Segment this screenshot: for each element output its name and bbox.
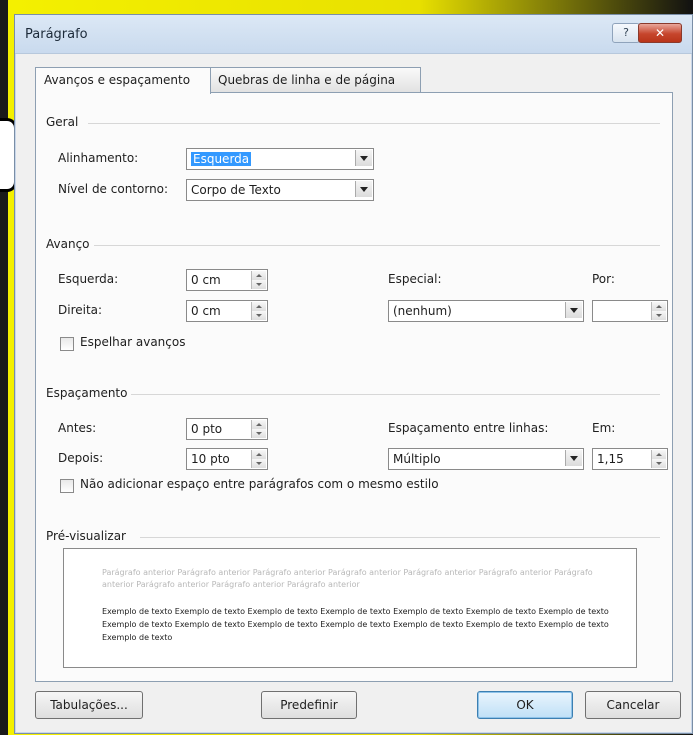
title-bar: Parágrafo ? ✕ xyxy=(15,15,692,54)
antes-label: Antes: xyxy=(58,421,97,435)
alinhamento-select[interactable]: Esquerda xyxy=(186,148,374,170)
spin-down-icon[interactable] xyxy=(652,459,666,468)
paragraph-dialog: Parágrafo ? ✕ Avanços e espaçamento Queb… xyxy=(14,14,693,734)
depois-value: 10 pto xyxy=(191,452,230,466)
antes-value: 0 pto xyxy=(191,422,223,436)
chevron-down-icon[interactable] xyxy=(565,450,582,466)
spin-up-icon[interactable] xyxy=(252,450,266,459)
divider xyxy=(88,123,660,124)
spin-down-icon[interactable] xyxy=(252,311,266,320)
group-title-geral: Geral xyxy=(46,115,83,129)
tab-avancos-espacamento[interactable]: Avanços e espaçamento xyxy=(35,67,211,94)
spin-up-icon[interactable] xyxy=(652,450,666,459)
preview-previous-paragraph: Parágrafo anterior Parágrafo anterior Pa… xyxy=(102,568,593,589)
ok-button[interactable]: OK xyxy=(477,691,573,719)
spin-down-icon[interactable] xyxy=(252,459,266,468)
divider xyxy=(122,394,660,395)
especial-label: Especial: xyxy=(388,272,442,286)
group-title-avanco: Avanço xyxy=(46,237,94,251)
group-title-espacamento: Espaçamento xyxy=(46,386,132,400)
spin-down-icon[interactable] xyxy=(252,280,266,289)
em-spinner[interactable]: 1,15 xyxy=(592,448,668,470)
direita-value: 0 cm xyxy=(191,304,221,318)
cancelar-button[interactable]: Cancelar xyxy=(585,691,681,719)
divider xyxy=(94,245,660,246)
em-label: Em: xyxy=(592,421,616,435)
em-value: 1,15 xyxy=(597,452,624,466)
spin-down-icon[interactable] xyxy=(252,429,266,438)
direita-label: Direita: xyxy=(58,303,103,317)
spin-down-icon[interactable] xyxy=(652,311,666,320)
depois-label: Depois: xyxy=(58,451,104,465)
tab-quebras-linha-pagina[interactable]: Quebras de linha e de página xyxy=(209,67,421,92)
spin-up-icon[interactable] xyxy=(252,302,266,311)
predefinir-button[interactable]: Predefinir xyxy=(261,691,357,719)
chevron-down-icon[interactable] xyxy=(355,150,372,166)
especial-select[interactable]: (nenhum) xyxy=(388,300,584,322)
especial-value: (nenhum) xyxy=(393,304,452,318)
spin-up-icon[interactable] xyxy=(252,271,266,280)
depois-spinner[interactable]: 10 pto xyxy=(186,448,268,470)
close-button[interactable]: ✕ xyxy=(638,23,682,43)
esquerda-label: Esquerda: xyxy=(58,272,119,286)
por-label: Por: xyxy=(592,272,615,286)
esquerda-value: 0 cm xyxy=(191,273,221,287)
por-spinner[interactable] xyxy=(592,300,668,322)
nivel-contorno-value: Corpo de Texto xyxy=(191,183,281,197)
preview-box: Parágrafo anterior Parágrafo anterior Pa… xyxy=(63,548,637,668)
alinhamento-label: Alinhamento: xyxy=(58,151,139,165)
spin-up-icon[interactable] xyxy=(652,302,666,311)
dialog-title: Parágrafo xyxy=(25,27,88,42)
espacamento-entre-linhas-value: Múltiplo xyxy=(393,452,441,466)
nivel-contorno-label: Nível de contorno: xyxy=(58,182,169,196)
antes-spinner[interactable]: 0 pto xyxy=(186,418,268,440)
espacamento-entre-linhas-label: Espaçamento entre linhas: xyxy=(388,421,549,435)
espelhar-avancos-checkbox[interactable] xyxy=(60,337,74,351)
nao-adicionar-espaco-checkbox[interactable] xyxy=(60,479,74,493)
tabulacoes-button[interactable]: Tabulações... xyxy=(35,691,143,719)
espacamento-entre-linhas-select[interactable]: Múltiplo xyxy=(388,448,584,470)
alinhamento-value: Esquerda xyxy=(191,152,252,166)
preview-sample-text: Exemplo de texto Exemplo de texto Exempl… xyxy=(102,607,609,642)
nivel-contorno-select[interactable]: Corpo de Texto xyxy=(186,179,374,201)
divider xyxy=(140,537,660,538)
help-button[interactable]: ? xyxy=(612,23,640,43)
chevron-down-icon[interactable] xyxy=(565,302,582,318)
spin-up-icon[interactable] xyxy=(252,420,266,429)
chevron-down-icon[interactable] xyxy=(355,181,372,197)
espelhar-avancos-label[interactable]: Espelhar avanços xyxy=(80,335,185,349)
nao-adicionar-espaco-label[interactable]: Não adicionar espaço entre parágrafos co… xyxy=(80,477,439,491)
esquerda-spinner[interactable]: 0 cm xyxy=(186,269,268,291)
group-title-pre-visualizar: Pré-visualizar xyxy=(46,529,130,543)
direita-spinner[interactable]: 0 cm xyxy=(186,300,268,322)
